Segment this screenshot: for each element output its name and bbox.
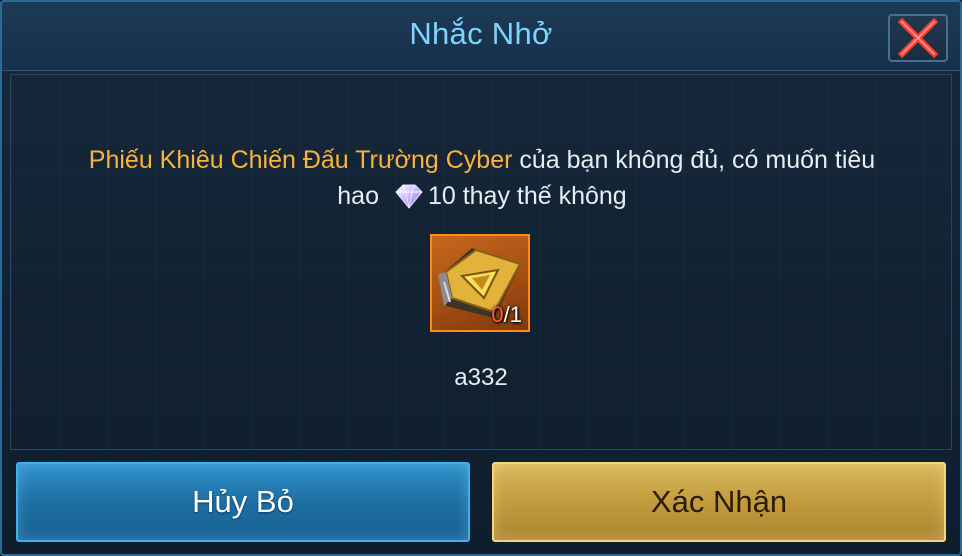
- item-name-label: a332: [454, 364, 508, 391]
- message-text: Phiếu Khiêu Chiến Đấu Trường Cyber của b…: [22, 142, 942, 220]
- message-line-2: hao 10 thay thế không: [22, 178, 942, 220]
- cancel-button[interactable]: Hủy Bỏ: [16, 462, 470, 542]
- item-slot[interactable]: 0/1: [430, 234, 530, 332]
- reminder-dialog: Nhắc Nhở Phiếu Khiêu Chiến Đấu Trường Cy…: [0, 0, 962, 556]
- dialog-title: Nhắc Nhở: [409, 16, 553, 51]
- confirm-button-label: Xác Nhận: [650, 484, 788, 519]
- close-button[interactable]: [888, 14, 948, 62]
- gem-amount: 10: [427, 182, 456, 210]
- message-line-1: Phiếu Khiêu Chiến Đấu Trường Cyber của b…: [22, 142, 942, 178]
- diamond-gem-icon: [392, 182, 426, 220]
- close-x-icon: [897, 17, 939, 59]
- item-name-highlight: Phiếu Khiêu Chiến Đấu Trường Cyber: [88, 146, 513, 174]
- item-count-have: 0: [491, 302, 504, 327]
- message-text-suffix: thay thế không: [455, 182, 627, 210]
- confirm-button[interactable]: Xác Nhận: [492, 462, 946, 542]
- item-count: 0/1: [491, 302, 522, 328]
- message-text-part1: của bạn không đủ, có muốn tiêu: [512, 146, 876, 174]
- message-text-prefix: hao: [337, 182, 386, 210]
- cancel-button-label: Hủy Bỏ: [192, 484, 294, 519]
- dialog-header: Nhắc Nhở: [2, 2, 960, 71]
- item-count-need: /1: [503, 302, 522, 327]
